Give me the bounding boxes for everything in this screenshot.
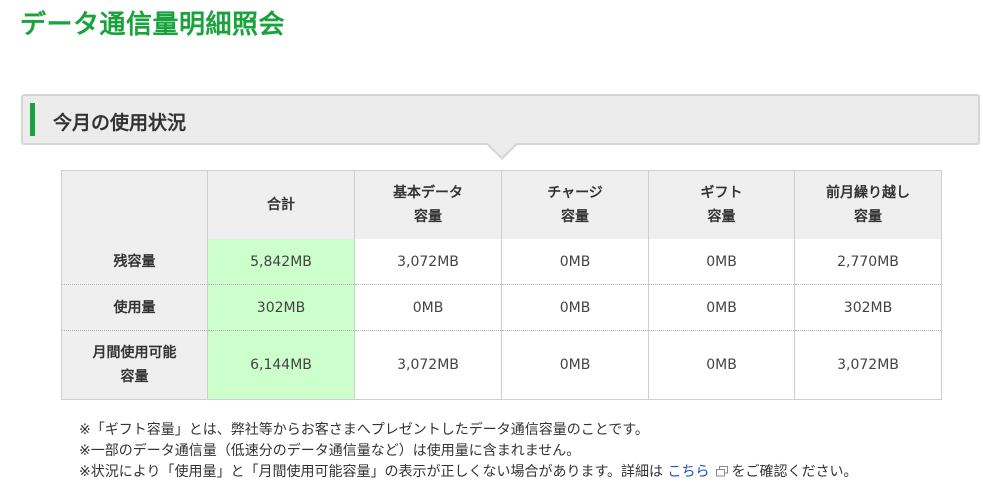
cell-total: 6,144MB xyxy=(207,330,355,400)
section-title: 今月の使用状況 xyxy=(53,112,187,134)
note-text: ※状況により「使用量」と「月間使用可能容量」の表示が正しくない場合があります。詳… xyxy=(79,464,664,480)
header-cell-gift: ギフト 容量 xyxy=(648,170,795,239)
row-label-monthly-available: 月間使用可能 容量 xyxy=(61,330,208,400)
header-label-sub: 容量 xyxy=(707,209,736,225)
cell-base-data: 3,072MB xyxy=(354,239,502,285)
cell-total: 5,842MB xyxy=(207,239,355,285)
table-header-row: 合計 基本データ 容量 チャージ 容量 ギフト 容量 前月繰り越し 容量 xyxy=(61,170,942,239)
row-label-text: 使用量 xyxy=(113,299,156,316)
note-display-accuracy: ※状況により「使用量」と「月間使用可能容量」の表示が正しくない場合があります。詳… xyxy=(79,462,858,484)
usage-table: 合計 基本データ 容量 チャージ 容量 ギフト 容量 前月繰り越し 容量 残容量 xyxy=(61,170,942,400)
header-label-sub: 容量 xyxy=(854,209,882,225)
note-excluded-usage: ※一部のデータ通信量（低速分のデータ通信量など）は使用量に含まれません。 xyxy=(79,443,581,459)
cell-charge: 0MB xyxy=(501,239,649,285)
cell-carryover: 2,770MB xyxy=(794,239,942,285)
header-cell-empty xyxy=(61,170,208,239)
header-label: チャージ xyxy=(547,185,603,201)
header-label: ギフト xyxy=(700,185,743,201)
header-cell-base-data: 基本データ 容量 xyxy=(354,170,502,239)
cell-base-data: 0MB xyxy=(354,284,502,331)
row-label-text-sub: 容量 xyxy=(120,369,149,385)
row-label-text: 月間使用可能 xyxy=(92,345,177,361)
section-accent-bar xyxy=(30,103,35,136)
table-row: 月間使用可能 容量 6,144MB 3,072MB 0MB 0MB 3,072M… xyxy=(61,330,942,400)
row-label-remaining: 残容量 xyxy=(61,239,208,285)
note-gift-definition: ※「ギフト容量」とは、弊社等からお客さまへプレゼントしたデータ通信容量のことです… xyxy=(79,422,649,438)
cell-carryover: 3,072MB xyxy=(794,330,942,400)
header-label: 前月繰り越し xyxy=(826,185,910,201)
table-row: 使用量 302MB 0MB 0MB 0MB 302MB xyxy=(61,284,942,331)
cell-total: 302MB xyxy=(207,284,355,331)
notes: ※「ギフト容量」とは、弊社等からお客さまへプレゼントしたデータ通信容量のことです… xyxy=(79,420,858,484)
cell-charge: 0MB xyxy=(501,330,649,400)
cell-charge: 0MB xyxy=(501,284,649,331)
header-label: 基本データ xyxy=(393,185,463,201)
row-label-used: 使用量 xyxy=(61,284,208,331)
cell-gift: 0MB xyxy=(648,330,795,400)
note-text: をご確認ください。 xyxy=(731,464,858,480)
row-label-text: 残容量 xyxy=(113,253,156,270)
section-header: 今月の使用状況 xyxy=(21,94,980,145)
header-cell-total: 合計 xyxy=(207,170,355,239)
table-row: 残容量 5,842MB 3,072MB 0MB 0MB 2,770MB xyxy=(61,239,942,285)
details-link[interactable]: こちら xyxy=(668,464,710,480)
page-title: データ通信量明細照会 xyxy=(20,10,286,40)
cell-gift: 0MB xyxy=(648,239,795,285)
cell-carryover: 302MB xyxy=(794,284,942,331)
external-link-icon xyxy=(715,463,728,484)
section-pointer-arrow-inner xyxy=(488,143,516,157)
cell-gift: 0MB xyxy=(648,284,795,331)
header-label-sub: 容量 xyxy=(561,209,589,225)
header-cell-carryover: 前月繰り越し 容量 xyxy=(794,170,942,239)
header-label-sub: 容量 xyxy=(414,209,442,225)
header-cell-charge: チャージ 容量 xyxy=(501,170,649,239)
header-label: 合計 xyxy=(267,197,295,213)
cell-base-data: 3,072MB xyxy=(354,330,502,400)
